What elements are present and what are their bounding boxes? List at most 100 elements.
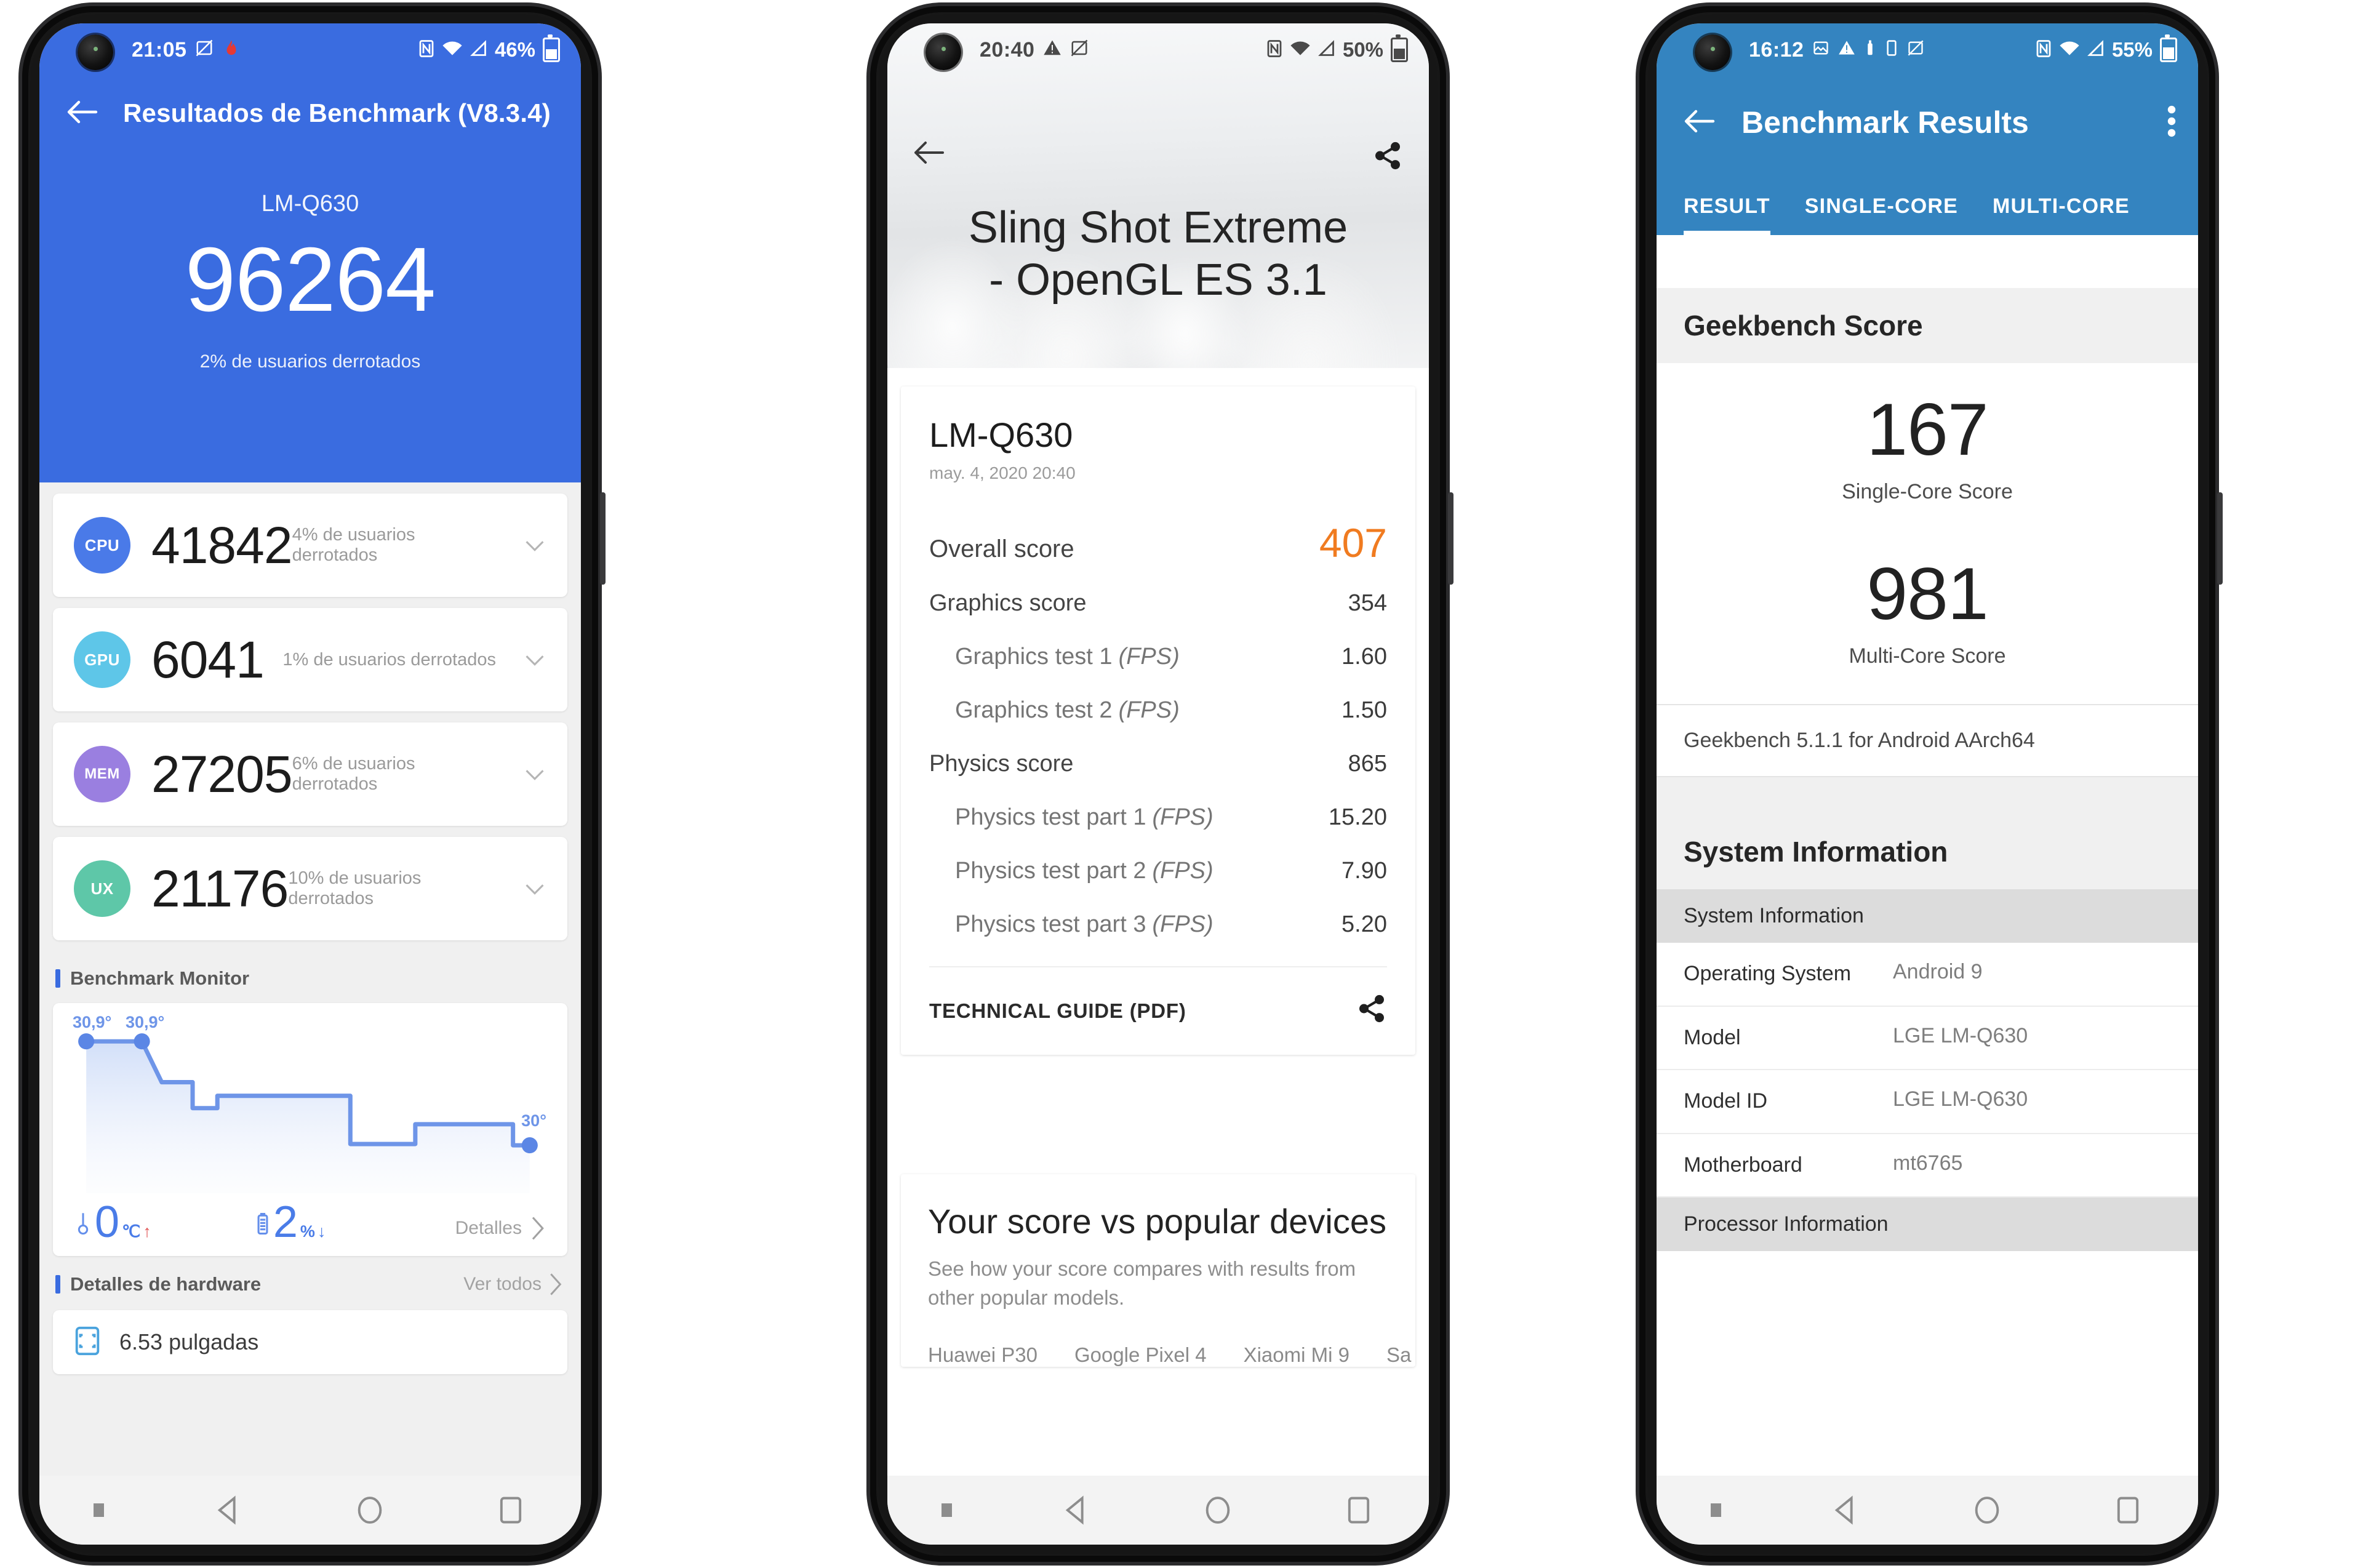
geekbench-scroll-body[interactable]: Geekbench Score 167 Single-Core Score 98… (1657, 288, 2198, 1476)
phone-device-antutu: 21:05 46% Resultados de Benchmark (V8.3.… (22, 6, 606, 1562)
wifi-icon (1290, 40, 1311, 60)
multi-core-label: Multi-Core Score (1849, 644, 2006, 668)
share-icon[interactable] (1356, 993, 1387, 1029)
nav-back-icon[interactable] (213, 1494, 245, 1526)
antutu-header: Resultados de Benchmark (V8.3.4) LM-Q630… (39, 76, 581, 482)
power-button[interactable] (600, 492, 606, 585)
score-card-cpu[interactable]: CPU 41842 4% de usuarios derrotados (53, 494, 567, 597)
tab-single-core[interactable]: SINGLE-CORE (1805, 194, 1958, 235)
nav-dot-icon[interactable] (942, 1503, 953, 1517)
gpu-score-value: 6041 (151, 630, 265, 689)
hardware-details-label: Detalles de hardware (70, 1273, 262, 1295)
chevron-down-icon[interactable] (521, 760, 549, 788)
temperature-delta-value: 0 (95, 1198, 120, 1247)
monitor-details-link[interactable]: Detalles (455, 1215, 545, 1241)
row-graphics-score: Graphics score 354 (929, 577, 1387, 630)
signal-icon (470, 39, 487, 60)
screen-3dmark: 20:40 50% Sling Shot Extreme - OpenGL ES… (887, 23, 1429, 1545)
cpu-score-value: 41842 (151, 516, 293, 574)
temperature-delta-stat: 0 ℃ ↑ (75, 1198, 151, 1247)
image-icon (1812, 39, 1829, 60)
nav-recents-icon[interactable] (1343, 1494, 1375, 1526)
phone-device-geekbench: 16:12 55% Benchmark Results RESULT SINGL… (1639, 6, 2223, 1562)
test-title-line2: - OpenGL ES 3.1 (989, 255, 1327, 305)
row-value: 7.90 (1341, 858, 1387, 884)
sim-icon (1885, 39, 1898, 60)
back-arrow-icon[interactable] (913, 140, 945, 168)
compare-device-3: Xiaomi Mi 9 (1243, 1343, 1349, 1366)
hardware-card[interactable]: 6.53 pulgadas (53, 1310, 567, 1375)
tab-bar[interactable]: RESULT SINGLE-CORE MULTI-CORE (1657, 169, 2198, 235)
geekbench-score-section-title: Geekbench Score (1657, 288, 2198, 363)
nav-recents-icon[interactable] (2112, 1494, 2144, 1526)
share-icon[interactable] (1372, 140, 1403, 174)
back-arrow-icon[interactable] (66, 100, 98, 127)
screen-antutu: 21:05 46% Resultados de Benchmark (V8.3.… (39, 23, 581, 1545)
hardware-row-screen[interactable]: 6.53 pulgadas (53, 1310, 567, 1374)
chevron-down-icon[interactable] (521, 646, 549, 674)
row-value: 354 (1348, 590, 1387, 616)
row-physics-test-2: Physics test part 2 (FPS) 7.90 (929, 844, 1387, 898)
hardware-details-section-header: Detalles de hardware Ver todos (39, 1256, 581, 1310)
nav-recents-icon[interactable] (495, 1494, 527, 1526)
table-row: Operating System Android 9 (1657, 943, 2198, 1007)
nav-back-icon[interactable] (1061, 1494, 1093, 1526)
score-card-gpu[interactable]: GPU 6041 1% de usuarios derrotados (53, 608, 567, 711)
power-button[interactable] (2217, 492, 2223, 585)
nav-dot-icon[interactable] (1711, 1503, 1722, 1517)
nfc-icon (2036, 39, 2052, 61)
nfc-icon (418, 39, 434, 61)
fps-suffix: (FPS) (1152, 858, 1213, 884)
warning-icon (1838, 39, 1855, 60)
battery-percent-label: 50% (1342, 38, 1383, 61)
page-title: Benchmark Results (1741, 105, 2029, 140)
fps-suffix: (FPS) (1118, 644, 1180, 670)
page-title: Resultados de Benchmark (V8.3.4) (123, 98, 551, 127)
nav-home-icon[interactable] (1971, 1494, 2003, 1526)
device-name-label: LM-Q630 (929, 415, 1073, 454)
status-bar-geekbench: 16:12 55% (1657, 23, 2198, 76)
benchmark-monitor-card[interactable]: 30,9° 30,9° 30° 0 ℃ ↑ 2 % ↓ Detalles (53, 1003, 567, 1257)
row-physics-test-3: Physics test part 3 (FPS) 5.20 (929, 898, 1387, 951)
nav-home-icon[interactable] (1202, 1494, 1234, 1526)
see-all-link[interactable]: Ver todos (463, 1272, 562, 1297)
fps-suffix: (FPS) (1152, 804, 1213, 830)
tab-multi-core[interactable]: MULTI-CORE (1993, 194, 2130, 235)
nav-home-icon[interactable] (354, 1494, 386, 1526)
technical-guide-label: TECHNICAL GUIDE (PDF) (929, 999, 1186, 1022)
nav-dot-icon[interactable] (94, 1503, 105, 1517)
ux-badge-icon: UX (74, 860, 130, 917)
power-button[interactable] (1448, 492, 1453, 585)
back-arrow-icon[interactable] (1684, 109, 1716, 137)
warning-icon (1043, 39, 1062, 61)
battery-percent-label: 55% (2111, 38, 2153, 61)
gpu-badge-icon: GPU (74, 631, 130, 688)
battery-icon (2160, 34, 2177, 62)
3dmark-toolbar (887, 140, 1429, 174)
score-card-mem[interactable]: MEM 27205 6% de usuarios derrotados (53, 722, 567, 826)
phone-device-3dmark: 20:40 50% Sling Shot Extreme - OpenGL ES… (870, 6, 1453, 1562)
battery-icon (1391, 34, 1408, 62)
chevron-down-icon[interactable] (521, 531, 549, 559)
tab-result[interactable]: RESULT (1684, 194, 1770, 235)
row-key: Motherboard (1684, 1153, 1802, 1177)
multi-core-value: 981 (1866, 553, 1988, 635)
score-list: Overall score 407 Graphics score 354 Gra… (929, 511, 1387, 951)
technical-guide-row[interactable]: TECHNICAL GUIDE (PDF) (929, 966, 1387, 1055)
row-key: Model ID (1684, 1089, 1768, 1113)
more-vertical-icon[interactable] (2166, 105, 2177, 141)
comparison-device-list[interactable]: Huawei P30 Google Pixel 4 Xiaomi Mi 9 Sa (928, 1343, 1411, 1367)
mem-score-desc: 6% de usuarios derrotados (292, 754, 415, 794)
score-card-ux[interactable]: UX 21176 10% de usuarios derrotados (53, 837, 567, 940)
antutu-scroll-body[interactable]: CPU 41842 4% de usuarios derrotados GPU … (39, 482, 581, 1476)
front-camera-punchhole (1695, 34, 1730, 70)
nav-back-icon[interactable] (1830, 1494, 1862, 1526)
screenshot-icon (1070, 39, 1089, 61)
battery-small-icon (256, 1212, 270, 1241)
benchmark-monitor-label: Benchmark Monitor (70, 967, 250, 989)
chevron-down-icon[interactable] (521, 874, 549, 903)
android-navbar-geekbench (1657, 1476, 2198, 1545)
mem-badge-icon: MEM (74, 746, 130, 802)
geekbench-header: Benchmark Results RESULT SINGLE-CORE MUL… (1657, 76, 2198, 235)
compare-device-1: Huawei P30 (928, 1343, 1038, 1366)
